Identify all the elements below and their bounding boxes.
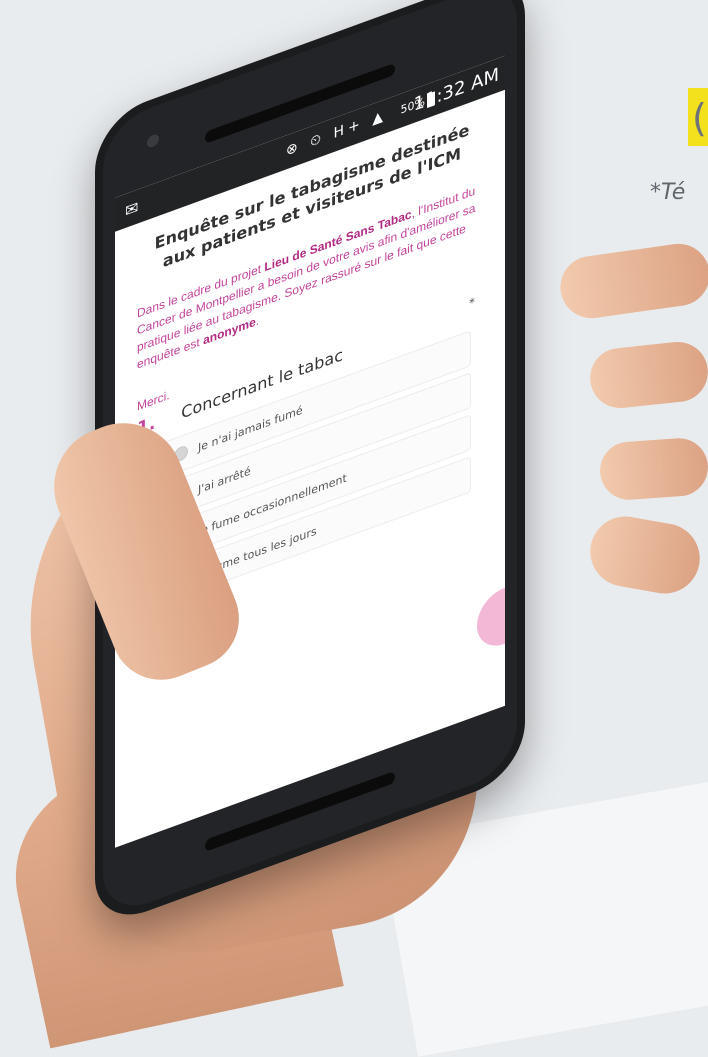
hand-finger (598, 436, 708, 502)
mail-icon[interactable]: ✉ (125, 197, 138, 221)
hand-finger (587, 338, 708, 412)
required-marker: * (469, 294, 475, 311)
scroll-badge[interactable] (477, 577, 505, 654)
hand-finger (584, 510, 706, 600)
caption-fragment: *Té (650, 180, 686, 205)
headline-fragment: ( (692, 96, 707, 140)
hand-finger (556, 239, 708, 323)
option-label: J'ai arrêté (198, 463, 251, 497)
intro-text-3: . (255, 313, 260, 329)
